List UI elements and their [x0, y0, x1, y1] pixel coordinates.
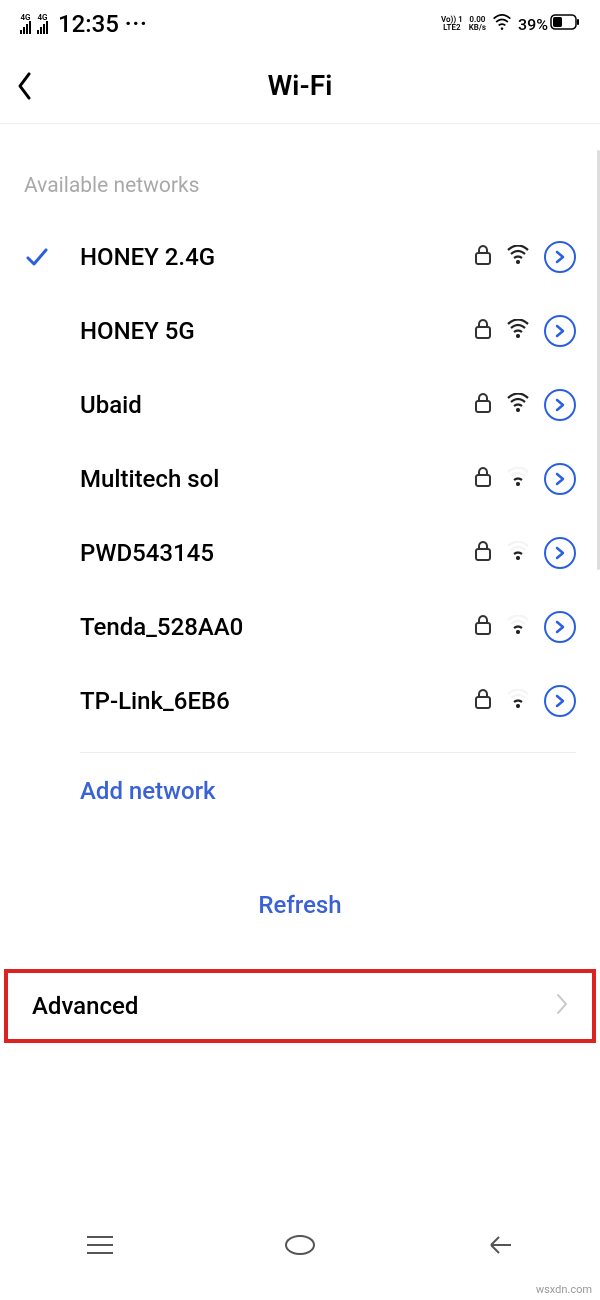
lock-icon	[474, 540, 492, 566]
connected-check-icon	[24, 244, 80, 270]
advanced-row[interactable]: Advanced	[4, 969, 596, 1043]
networks-list: HONEY 2.4G HONEY 5G Ubaid Multitech sol PWD5…	[0, 220, 600, 738]
network-details-button[interactable]	[544, 315, 576, 347]
wifi-signal-icon	[506, 393, 530, 417]
header: Wi-Fi	[0, 48, 600, 124]
wifi-status-icon	[492, 12, 512, 36]
clock: 12:35	[58, 10, 119, 38]
add-network-link[interactable]: Add network	[80, 777, 216, 805]
wifi-signal-icon	[506, 245, 530, 269]
row-icons	[474, 315, 576, 347]
network-details-button[interactable]	[544, 537, 576, 569]
wifi-signal-icon	[506, 319, 530, 343]
network-details-button[interactable]	[544, 389, 576, 421]
wifi-signal-icon	[506, 467, 530, 491]
more-icon: ···	[125, 12, 148, 37]
row-icons	[474, 685, 576, 717]
network-name: Ubaid	[80, 391, 474, 419]
network-name: HONEY 5G	[80, 317, 474, 345]
row-icons	[474, 537, 576, 569]
lte-indicator: Vo)) 1LTE2	[441, 16, 463, 32]
wifi-signal-icon	[506, 615, 530, 639]
status-right: Vo)) 1LTE2 0.00KB/s 39%	[441, 12, 580, 36]
network-row[interactable]: Tenda_528AA0	[0, 590, 600, 664]
network-name: HONEY 2.4G	[80, 243, 474, 271]
lock-icon	[474, 466, 492, 492]
signal-1-icon: 4G	[20, 14, 31, 34]
status-bar: 4G 4G 12:35 ··· Vo)) 1LTE2 0.00KB/s 39%	[0, 0, 600, 48]
wifi-signal-icon	[506, 689, 530, 713]
network-row[interactable]: TP-Link_6EB6	[0, 664, 600, 738]
network-details-button[interactable]	[544, 241, 576, 273]
network-name: TP-Link_6EB6	[80, 687, 474, 715]
network-details-button[interactable]	[544, 685, 576, 717]
network-name: PWD543145	[80, 539, 474, 567]
wifi-signal-icon	[506, 541, 530, 565]
row-icons	[474, 241, 576, 273]
refresh-button[interactable]: Refresh	[0, 829, 600, 969]
advanced-label: Advanced	[32, 992, 138, 1020]
row-icons	[474, 611, 576, 643]
network-row[interactable]: HONEY 5G	[0, 294, 600, 368]
lock-icon	[474, 318, 492, 344]
row-icons	[474, 463, 576, 495]
battery-icon	[550, 14, 580, 34]
watermark: wsxdn.com	[536, 1283, 592, 1296]
lock-icon	[474, 392, 492, 418]
home-button[interactable]	[283, 1230, 317, 1264]
chevron-right-icon	[556, 993, 568, 1019]
signal-2-icon: 4G	[37, 14, 48, 34]
lock-icon	[474, 688, 492, 714]
network-row[interactable]: Ubaid	[0, 368, 600, 442]
network-row[interactable]: PWD543145	[0, 516, 600, 590]
back-nav-button[interactable]	[483, 1230, 517, 1264]
network-details-button[interactable]	[544, 463, 576, 495]
section-label: Available networks	[0, 124, 600, 220]
status-left: 4G 4G 12:35 ···	[20, 10, 148, 38]
recent-apps-button[interactable]	[83, 1230, 117, 1264]
lock-icon	[474, 614, 492, 640]
network-row[interactable]: Multitech sol	[0, 442, 600, 516]
row-icons	[474, 389, 576, 421]
network-row[interactable]: HONEY 2.4G	[0, 220, 600, 294]
add-network-row[interactable]: Add network	[0, 753, 600, 829]
data-rate-indicator: 0.00KB/s	[469, 16, 486, 32]
page-title: Wi-Fi	[16, 69, 584, 102]
network-name: Multitech sol	[80, 465, 474, 493]
network-name: Tenda_528AA0	[80, 613, 474, 641]
network-details-button[interactable]	[544, 611, 576, 643]
nav-bar	[0, 1220, 600, 1274]
battery-indicator: 39%	[518, 14, 580, 34]
lock-icon	[474, 244, 492, 270]
